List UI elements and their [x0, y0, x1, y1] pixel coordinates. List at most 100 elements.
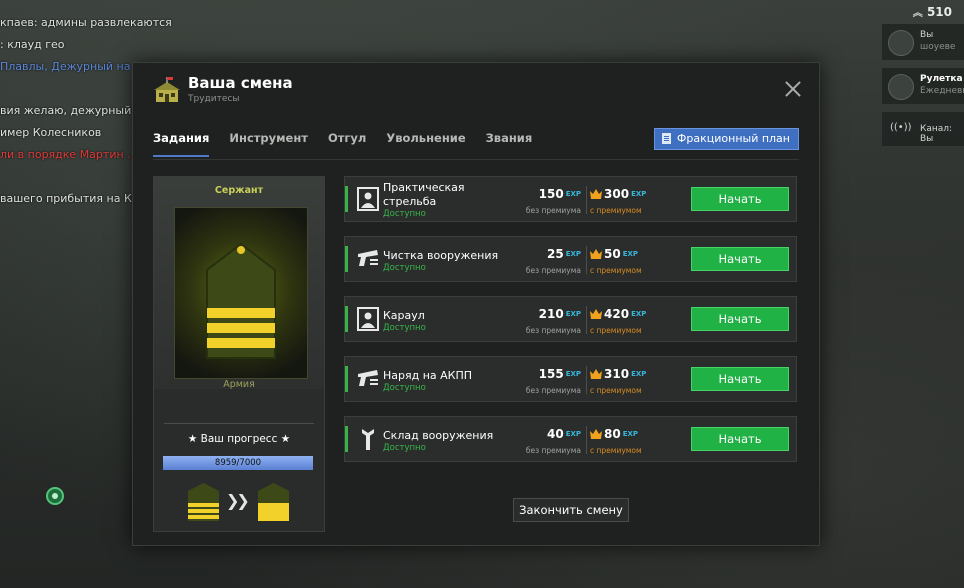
progress-bar: 8959/7000: [163, 456, 313, 470]
hud-card-label: Канал: Вы: [920, 124, 953, 144]
rank-panel: Сержант Армия ★ Ваш прогресс ★ 8959/7000…: [153, 176, 325, 532]
money-value: 510: [926, 5, 952, 19]
hud-card-label: Вы: [920, 30, 934, 40]
hud-card-sub: Ежедневно: [920, 86, 964, 96]
exp-free-label: без премиума: [525, 206, 581, 215]
exp-premium-label: с премиумом: [590, 446, 642, 455]
next-rank-epaulet-icon: [258, 483, 289, 521]
crown-icon: [590, 249, 602, 259]
task-name: Караул: [383, 309, 425, 322]
map-marker-icon: [46, 487, 64, 505]
progress-title: ★ Ваш прогресс ★: [187, 433, 291, 445]
task-name: Чистка вооружения: [383, 249, 499, 262]
task-row: Наряд на АКПП Доступно 155 EXP без премиу…: [344, 356, 797, 402]
pistol-icon: [358, 250, 378, 266]
rank-name: Сержант: [214, 185, 264, 196]
hud-card-roulette[interactable]: Рулетка Ежедневно: [882, 68, 964, 104]
divider: [586, 246, 587, 274]
crown-icon: [590, 369, 602, 379]
faction-plan-label: Фракционный план: [676, 132, 790, 145]
exp-free: 155 EXP: [538, 367, 581, 381]
progress-text: 8959/7000: [214, 458, 262, 468]
exp-free-label: без премиума: [525, 386, 581, 395]
exp-free-label: без премиума: [525, 266, 581, 275]
exp-premium-label: с премиумом: [590, 266, 642, 275]
divider: [586, 306, 587, 334]
wings-icon: ︽: [912, 8, 923, 19]
hud-card-notify[interactable]: Вы шоуеве: [882, 24, 964, 60]
modal-title: Ваша смена: [188, 74, 293, 92]
start-button[interactable]: Начать: [691, 427, 789, 451]
exp-premium: 300 EXP: [604, 187, 647, 201]
barracks-icon: [154, 77, 180, 102]
rank-badge-card: [174, 207, 308, 379]
shift-modal: Ваша смена Трудитесы Задания Инструмент …: [132, 62, 820, 546]
tab-ranks[interactable]: Звания: [486, 131, 533, 157]
exp-free-label: без премиума: [525, 446, 581, 455]
exp-free: 150 EXP: [538, 187, 581, 201]
exp-premium-label: с премиумом: [590, 206, 642, 215]
exp-premium: 80 EXP: [604, 427, 639, 441]
start-button[interactable]: Начать: [691, 247, 789, 271]
divider: [586, 366, 587, 394]
exp-free: 40 EXP: [546, 427, 581, 441]
tab-tasks[interactable]: Задания: [153, 131, 210, 157]
divider: [586, 186, 587, 214]
exp-free-label: без премиума: [525, 326, 581, 335]
start-button[interactable]: Начать: [691, 187, 789, 211]
target-icon: [357, 187, 379, 211]
document-icon: [661, 133, 671, 144]
task-status: Доступно: [383, 443, 426, 453]
task-row: Склад вооружения Доступно 40 EXP без прем…: [344, 416, 797, 462]
hud-card-channel[interactable]: ((•)) Канал: Вы: [882, 112, 964, 146]
chat-line: кпаев: админы развлекаются: [0, 16, 172, 29]
finish-shift-button[interactable]: Закончить смену: [513, 498, 629, 522]
rank-separator: [164, 423, 314, 424]
pistol-icon: [358, 370, 378, 386]
task-status: Доступно: [383, 263, 426, 273]
task-name: Склад вооружения: [383, 429, 494, 442]
sergeant-epaulet-icon: [206, 242, 276, 359]
crown-icon: [590, 309, 602, 319]
divider: [586, 426, 587, 454]
roulette-icon: [888, 74, 914, 100]
tab-tools[interactable]: Инструмент: [229, 131, 308, 157]
wrench-icon: [362, 429, 374, 450]
start-button[interactable]: Начать: [691, 367, 789, 391]
crown-icon: [590, 429, 602, 439]
chat-line: : клауд гео: [0, 38, 65, 51]
crown-icon: [590, 189, 602, 199]
tab-dayoff[interactable]: Отгул: [328, 131, 366, 157]
exp-premium-label: с премиумом: [590, 326, 642, 335]
close-icon[interactable]: [783, 79, 803, 99]
exp-free: 25 EXP: [546, 247, 581, 261]
current-rank-epaulet-icon: [188, 483, 219, 521]
hud-card-label: Рулетка: [920, 74, 963, 84]
double-chevron-icon: ❯❯: [226, 491, 250, 510]
task-status: Доступно: [383, 323, 426, 333]
tab-resign[interactable]: Увольнение: [386, 131, 465, 157]
task-status: Доступно: [383, 209, 426, 219]
task-name: Наряд на АКПП: [383, 369, 473, 382]
exp-premium: 310 EXP: [604, 367, 647, 381]
hud-card-sub: шоуеве: [920, 42, 956, 52]
faction-plan-button[interactable]: Фракционный план: [653, 128, 799, 150]
exp-free: 210 EXP: [538, 307, 581, 321]
tab-divider: [153, 159, 799, 160]
task-name: Практическая стрельба: [383, 181, 465, 208]
task-row: Чистка вооружения Доступно 25 EXP без пре…: [344, 236, 797, 282]
task-row: Караул Доступно 210 EXP без премиума 420 E…: [344, 296, 797, 342]
exp-premium-label: с премиумом: [590, 386, 642, 395]
modal-subtitle: Трудитесы: [188, 94, 240, 104]
task-row: Практическая стрельба Доступно 150 EXP бе…: [344, 176, 797, 222]
heart-icon: [888, 30, 914, 56]
rank-faction: Армия: [223, 379, 255, 390]
hud-right: ︽ 510 Вы шоуеве Рулетка Ежедневно ((•)) …: [880, 0, 964, 588]
start-button[interactable]: Начать: [691, 307, 789, 331]
radio-icon: ((•)): [890, 122, 912, 133]
exp-premium: 420 EXP: [604, 307, 647, 321]
target-icon: [357, 307, 379, 331]
exp-premium: 50 EXP: [604, 247, 639, 261]
tab-bar: Задания Инструмент Отгул Увольнение Зван…: [153, 131, 552, 157]
task-status: Доступно: [383, 383, 426, 393]
